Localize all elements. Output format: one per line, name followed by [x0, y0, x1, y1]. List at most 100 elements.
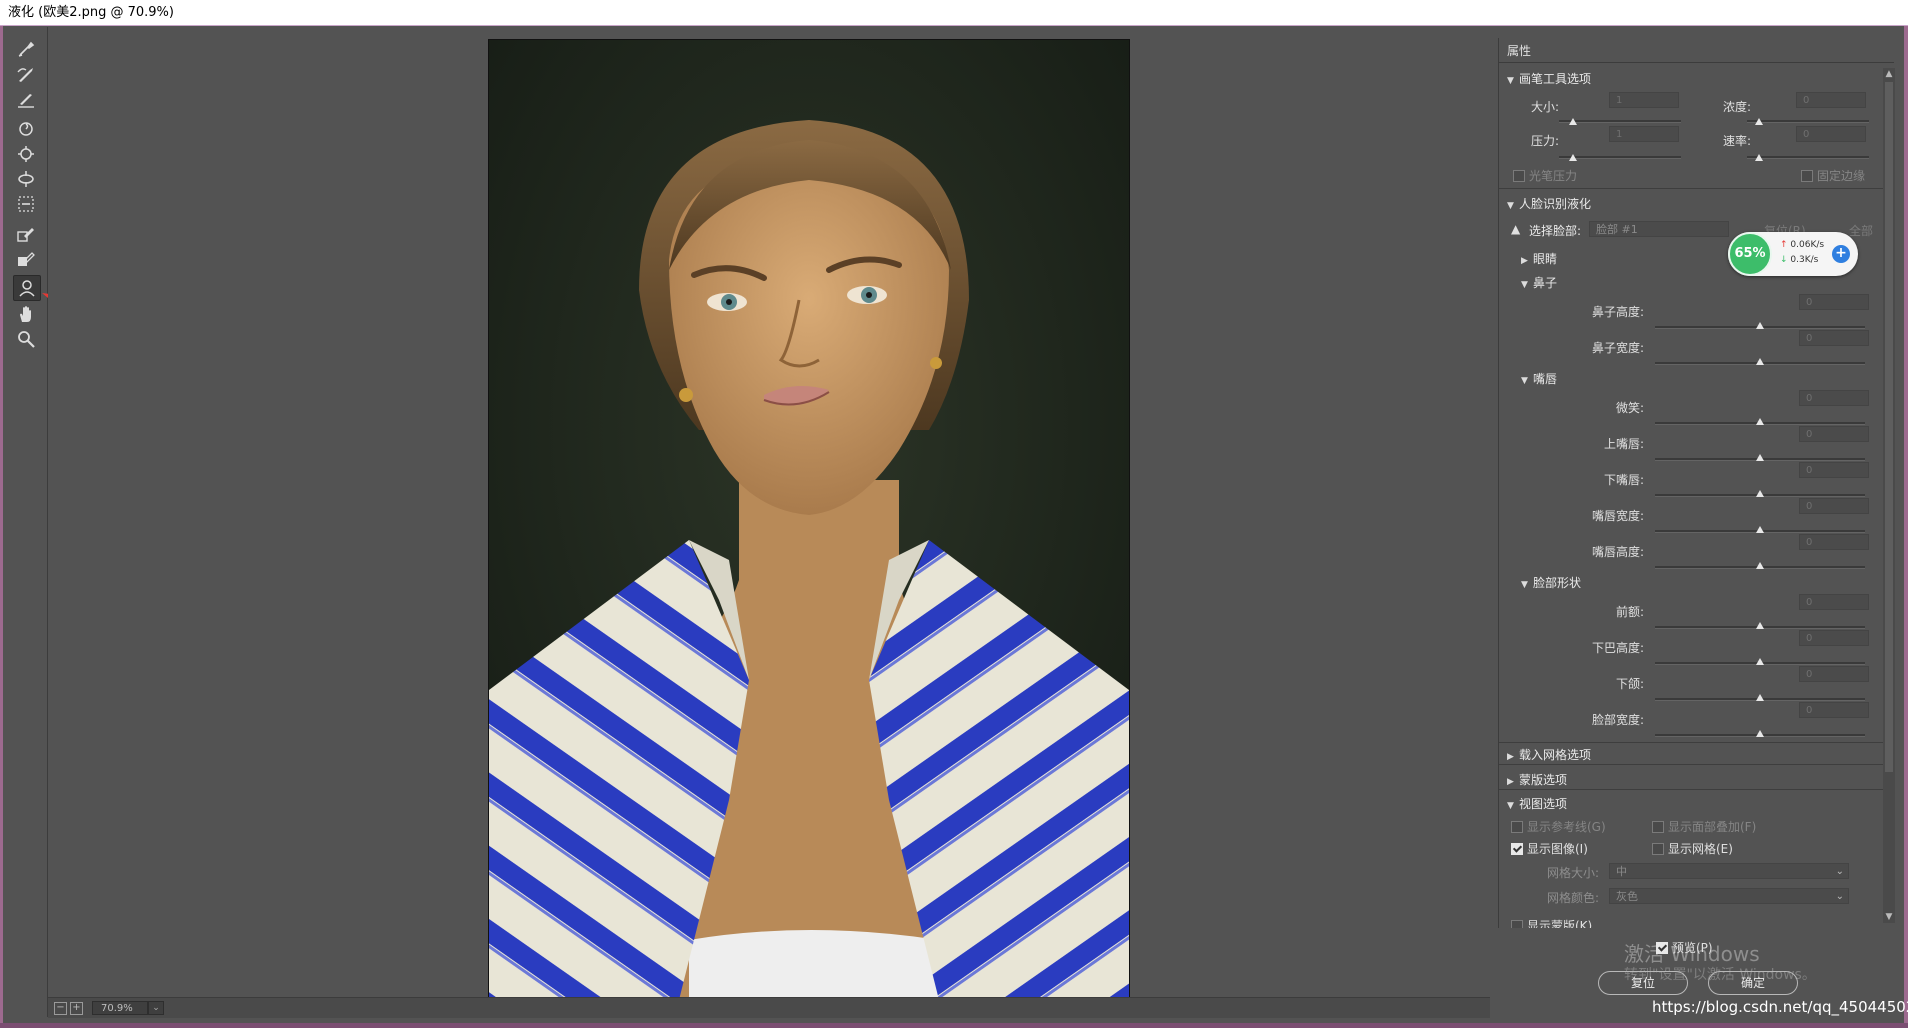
subsection-label: 眼睛: [1533, 252, 1558, 266]
show-mask-label: 显示蒙版(K): [1527, 919, 1593, 928]
mouth-width-label: 嘴唇宽度:: [1591, 509, 1644, 523]
brush-pressure-slider[interactable]: [1559, 156, 1681, 159]
jawline-thumb[interactable]: [1756, 694, 1764, 701]
preview-canvas[interactable]: [48, 27, 1490, 1015]
mesh-size-select[interactable]: 中 ⌄: [1609, 863, 1849, 879]
face-width-thumb[interactable]: [1756, 730, 1764, 737]
brush-density-thumb[interactable]: [1755, 118, 1763, 125]
nose-width-thumb[interactable]: [1756, 358, 1764, 365]
jawline-input[interactable]: 0: [1799, 666, 1869, 682]
nose-height-thumb[interactable]: [1756, 322, 1764, 329]
section-view-options[interactable]: ▼ 视图选项: [1507, 795, 1567, 812]
mouth-width-thumb[interactable]: [1756, 526, 1764, 533]
scroll-up-icon[interactable]: ▲: [1883, 68, 1895, 80]
nose-height-input[interactable]: 0: [1799, 294, 1869, 310]
subsection-eyes[interactable]: ▶ 眼睛: [1521, 250, 1557, 267]
brush-rate-slider[interactable]: [1747, 156, 1869, 159]
face-width-input[interactable]: 0: [1799, 702, 1869, 718]
mouth-height-label: 嘴唇高度:: [1591, 545, 1644, 559]
brush-pressure-thumb[interactable]: [1569, 154, 1577, 161]
clipped-row: 显示蒙版(K): [1499, 914, 1894, 928]
network-speed-widget[interactable]: 65% ↑ 0.06K/s ↓ 0.3K/s +: [1728, 232, 1858, 276]
expanded-triangle-icon: ▼: [1507, 76, 1514, 86]
section-mask-options[interactable]: ▶ 蒙版选项: [1507, 771, 1567, 788]
forehead-thumb[interactable]: [1756, 622, 1764, 629]
brush-size-slider[interactable]: [1559, 120, 1681, 123]
section-label: 人脸识别液化: [1519, 197, 1592, 211]
section-face-aware[interactable]: ▼ 人脸识别液化: [1507, 195, 1591, 212]
show-mesh-checkbox[interactable]: [1652, 843, 1664, 855]
upper-lip-input[interactable]: 0: [1799, 426, 1869, 442]
brush-density-slider[interactable]: [1747, 120, 1869, 123]
brush-size-input[interactable]: 1: [1609, 92, 1679, 108]
preview-checkbox[interactable]: [1656, 942, 1668, 954]
show-image-checkbox[interactable]: [1511, 843, 1523, 855]
section-label: 画笔工具选项: [1519, 72, 1592, 86]
up-arrow-icon: ↑: [1780, 240, 1788, 250]
lower-lip-input[interactable]: 0: [1799, 462, 1869, 478]
lower-lip-thumb[interactable]: [1756, 490, 1764, 497]
show-face-overlay-checkbox[interactable]: [1652, 821, 1664, 833]
face-all-button[interactable]: 全部: [1849, 222, 1873, 239]
mouth-height-thumb[interactable]: [1756, 562, 1764, 569]
jawline-label: 下颌:: [1615, 677, 1644, 691]
collapsed-triangle-icon: ▶: [1507, 752, 1514, 762]
brush-pressure-input[interactable]: 1: [1609, 126, 1679, 142]
portrait-photo: [488, 39, 1130, 1001]
section-divider: [1499, 764, 1894, 765]
brush-size-thumb[interactable]: [1569, 118, 1577, 125]
collapsed-triangle-icon: ▶: [1507, 777, 1514, 787]
panel-scrollbar[interactable]: ▲ ▼: [1883, 68, 1895, 923]
section-divider: [1499, 188, 1894, 189]
chin-height-thumb[interactable]: [1756, 658, 1764, 665]
memory-usage-badge: 65%: [1728, 232, 1772, 276]
smile-input[interactable]: 0: [1799, 390, 1869, 406]
zoom-in-button[interactable]: +: [70, 1002, 83, 1015]
expanded-triangle-icon: ▼: [1507, 201, 1514, 211]
select-face-value: 脸部 #1: [1596, 223, 1638, 236]
smile-thumb[interactable]: [1756, 418, 1764, 425]
scroll-down-icon[interactable]: ▼: [1883, 911, 1895, 923]
ok-button[interactable]: 确定: [1708, 971, 1798, 995]
collapsed-triangle-icon: ▶: [1521, 256, 1528, 266]
pin-edges-checkbox[interactable]: [1801, 170, 1813, 182]
section-label: 蒙版选项: [1519, 773, 1568, 787]
section-label: 载入网格选项: [1519, 748, 1592, 762]
window-frame-right: [1904, 26, 1908, 1028]
stylus-pressure-checkbox[interactable]: [1513, 170, 1525, 182]
chevron-down-icon: ⌄: [1835, 891, 1844, 902]
section-load-mesh[interactable]: ▶ 载入网格选项: [1507, 746, 1591, 763]
select-face-dropdown[interactable]: 脸部 #1: [1589, 221, 1729, 237]
show-image-label: 显示图像(I): [1527, 842, 1588, 856]
show-mask-checkbox[interactable]: [1511, 920, 1523, 928]
zoom-level-field[interactable]: 70.9%: [92, 1001, 148, 1015]
mesh-color-select[interactable]: 灰色 ⌄: [1609, 888, 1849, 904]
nose-width-input[interactable]: 0: [1799, 330, 1869, 346]
brush-size-label: 大小:: [1530, 100, 1559, 114]
subsection-nose[interactable]: ▼ 鼻子: [1521, 274, 1557, 291]
chin-height-input[interactable]: 0: [1799, 630, 1869, 646]
forehead-input[interactable]: 0: [1799, 594, 1869, 610]
reset-button[interactable]: 复位: [1598, 971, 1688, 995]
section-brush-options[interactable]: ▼ 画笔工具选项: [1507, 70, 1591, 87]
zoom-dropdown-icon[interactable]: ⌄: [148, 1001, 164, 1015]
upper-lip-label: 上嘴唇:: [1603, 437, 1644, 451]
mouth-height-input[interactable]: 0: [1799, 534, 1869, 550]
brush-rate-thumb[interactable]: [1755, 154, 1763, 161]
zoom-out-button[interactable]: −: [54, 1002, 67, 1015]
mesh-color-value: 灰色: [1616, 890, 1638, 903]
down-arrow-icon: ↓: [1780, 255, 1788, 265]
brush-density-input[interactable]: 0: [1796, 92, 1866, 108]
show-guides-checkbox[interactable]: [1511, 821, 1523, 833]
brush-rate-input[interactable]: 0: [1796, 126, 1866, 142]
brush-pressure-label: 压力:: [1530, 134, 1559, 148]
upper-lip-thumb[interactable]: [1756, 454, 1764, 461]
expanded-triangle-icon: ▼: [1521, 580, 1528, 590]
section-divider: [1499, 742, 1894, 743]
mouth-width-input[interactable]: 0: [1799, 498, 1869, 514]
download-speed-value: 0.3K/s: [1790, 255, 1819, 265]
scrollbar-thumb[interactable]: [1885, 82, 1893, 772]
subsection-mouth[interactable]: ▼ 嘴唇: [1521, 370, 1557, 387]
subsection-face-shape[interactable]: ▼ 脸部形状: [1521, 574, 1581, 591]
plus-icon[interactable]: +: [1832, 245, 1850, 263]
